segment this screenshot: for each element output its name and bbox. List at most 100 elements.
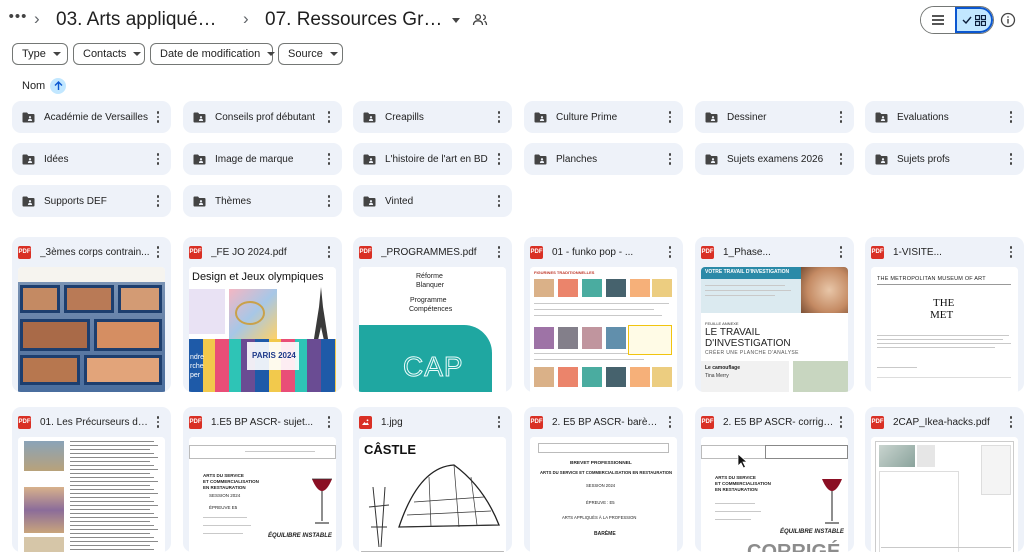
thumbnail-text: ARTS DU SERVICE ET COMMERCIALISATION EN … [540,470,673,475]
more-options-icon[interactable] [492,415,506,429]
more-options-icon[interactable] [834,152,848,166]
folder-card[interactable]: Académie de Versailles [12,101,171,133]
folder-card[interactable]: Conseils prof débutant [183,101,342,133]
breadcrumb-current-folder[interactable]: 07. Ressources Groupe ... [265,8,445,32]
filter-label: Type [22,48,46,60]
folder-card[interactable]: Sujets examens 2026 [695,143,854,175]
more-options-icon[interactable] [1004,152,1018,166]
file-card[interactable]: PDF 2. E5 BP ASCR- barèm... BREVET PROFESS… [524,407,683,552]
thumbnail-text: ARTS APPLIQUÉS À LA PROFESSION [562,515,637,520]
more-options-icon[interactable] [663,110,677,124]
file-card[interactable]: PDF 2. E5 BP ASCR- corrigé... ARTS DU SERV… [695,407,854,552]
folder-card[interactable]: Culture Prime [524,101,683,133]
folder-card[interactable]: Thèmes [183,185,342,217]
file-card-header: PDF 01 - funko pop - ... [524,237,683,267]
file-thumbnail[interactable]: THE METROPOLITAN MUSEUM OF ART THE MET [871,267,1018,392]
more-options-icon[interactable] [492,152,506,166]
arrow-up-icon[interactable] [50,78,67,94]
breadcrumb-more-button[interactable]: ••• [8,8,28,30]
file-name: 1_Phase... [723,246,771,258]
file-thumbnail[interactable] [18,437,165,552]
more-options-icon[interactable] [151,152,165,166]
more-options-icon[interactable] [834,110,848,124]
more-options-icon[interactable] [322,152,336,166]
folder-card[interactable]: L'histoire de l'art en BD [353,143,512,175]
more-options-icon[interactable] [151,245,165,259]
file-thumbnail[interactable]: BREVET PROFESSIONNEL ARTS DU SERVICE ET C… [530,437,677,552]
filter-label: Contacts [83,48,127,60]
filter-date-modified[interactable]: Date de modification [150,43,276,65]
info-icon[interactable] [1000,12,1016,28]
folder-name: Thèmes [215,195,252,207]
shared-folder-icon [472,13,488,26]
folder-name: Image de marque [215,153,294,165]
file-card[interactable]: PDF 01. Les Précurseurs du... [12,407,171,552]
file-thumbnail[interactable]: ARTS DU SERVICE ET COMMERCIALISATION EN RE… [701,437,848,552]
list-view-button[interactable] [921,7,956,33]
shared-folder-icon [875,154,888,165]
folder-name: Idées [44,153,69,165]
breadcrumb-item[interactable]: 03. Arts appliqués et c... [56,8,226,32]
folder-card[interactable]: Evaluations [865,101,1024,133]
shared-folder-icon [363,112,376,123]
file-card[interactable]: PDF 1-VISITE... THE METROPOLITAN MUSEUM OF… [865,237,1024,392]
file-card[interactable]: PDF _FE JO 2024.pdf Design et Jeux olympiq… [183,237,342,392]
folder-card[interactable]: Sujets profs [865,143,1024,175]
file-thumbnail[interactable]: Design et Jeux olympiques PARIS 2024 ndre … [189,267,336,392]
pdf-icon: PDF [530,245,543,259]
more-options-icon[interactable] [492,194,506,208]
more-options-icon[interactable] [1004,110,1018,124]
folder-card[interactable]: Idées [12,143,171,175]
more-options-icon[interactable] [1004,245,1018,259]
thumbnail-text: CRÉER UNE PLANCHE D'ANALYSE [705,350,799,356]
more-options-icon[interactable] [834,245,848,259]
folder-card[interactable]: Planches [524,143,683,175]
file-card[interactable]: PDF 2CAP_Ikea-hacks.pdf [865,407,1024,552]
chevron-right-icon: › [34,9,40,28]
more-options-icon[interactable] [663,245,677,259]
caret-down-icon[interactable] [449,13,463,27]
filter-type[interactable]: Type [12,43,68,65]
folder-card[interactable]: Creapills [353,101,512,133]
file-card[interactable]: PDF 1.E5 BP ASCR- sujet... ARTS DU SERVICE… [183,407,342,552]
more-options-icon[interactable] [322,110,336,124]
file-thumbnail[interactable]: ARTS DU SERVICE ET COMMERCIALISATION EN RE… [189,437,336,552]
folder-card[interactable]: Supports DEF [12,185,171,217]
more-options-icon[interactable] [322,245,336,259]
file-thumbnail[interactable] [18,267,165,392]
thumbnail-side-text: ndre rche per [190,354,205,379]
more-options-icon[interactable] [151,415,165,429]
more-options-icon[interactable] [322,415,336,429]
grid-view-button[interactable] [955,7,993,33]
more-options-icon[interactable] [1004,415,1018,429]
file-card[interactable]: 1.jpg CÂSTLE [353,407,512,552]
more-options-icon[interactable] [663,152,677,166]
more-options-icon[interactable] [492,110,506,124]
file-thumbnail[interactable]: CÂSTLE [359,437,506,552]
file-thumbnail[interactable]: FIGURINES TRADITIONNELLES [530,267,677,392]
file-thumbnail[interactable]: Réforme Blanquer Programme Compétences CAP [359,267,506,392]
thumbnail-heading: VOTRE TRAVAIL D'INVESTIGATION [705,269,790,275]
file-card[interactable]: PDF 01 - funko pop - ... FIGURINES TRADITI… [524,237,683,392]
more-options-icon[interactable] [834,415,848,429]
more-options-icon[interactable] [663,415,677,429]
file-card[interactable]: PDF 1_Phase... VOTRE TRAVAIL D'INVESTIGATI… [695,237,854,392]
more-options-icon[interactable] [492,245,506,259]
folder-card[interactable]: Dessiner [695,101,854,133]
shared-folder-icon [363,154,376,165]
file-card[interactable]: PDF _3èmes corps contrain... [12,237,171,392]
file-card-header: PDF 01. Les Précurseurs du... [12,407,171,437]
more-options-icon[interactable] [151,110,165,124]
more-options-icon[interactable] [322,194,336,208]
chevron-right-icon: › [243,9,249,28]
more-options-icon[interactable] [151,194,165,208]
sort-control[interactable]: Nom [22,78,67,94]
file-thumbnail[interactable] [871,437,1018,552]
filter-source[interactable]: Source [278,43,343,65]
file-thumbnail[interactable]: VOTRE TRAVAIL D'INVESTIGATION FEUILLE ANN… [701,267,848,392]
thumbnail-title: Design et Jeux olympiques [192,271,324,283]
folder-card[interactable]: Vinted [353,185,512,217]
folder-card[interactable]: Image de marque [183,143,342,175]
file-card[interactable]: PDF _PROGRAMMES.pdf Réforme Blanquer Program… [353,237,512,392]
filter-contacts[interactable]: Contacts [73,43,145,65]
